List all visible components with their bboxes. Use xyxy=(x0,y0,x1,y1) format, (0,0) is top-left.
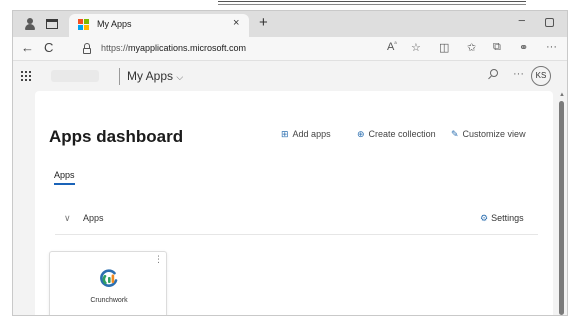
top-strip xyxy=(0,0,576,10)
search-icon[interactable] xyxy=(487,69,498,80)
pencil-icon: ✎ xyxy=(451,129,459,139)
customize-view-button[interactable]: ✎ Customize view xyxy=(451,129,526,140)
my-apps-dropdown[interactable]: My Apps ⌵ xyxy=(127,69,183,83)
tab-close-button[interactable]: × xyxy=(233,17,239,29)
app-tile[interactable]: ⋮ Crunchwork xyxy=(49,251,167,315)
reload-button[interactable]: C xyxy=(44,40,53,55)
lock-icon[interactable] xyxy=(83,43,91,54)
app-header: My Apps ⌵ ··· KS xyxy=(13,61,567,91)
browser-tab[interactable]: My Apps × xyxy=(69,14,249,37)
split-screen-icon[interactable]: ◫ xyxy=(439,41,449,54)
page-title: Apps dashboard xyxy=(49,127,184,146)
chevron-down-icon[interactable]: ∨ xyxy=(64,213,71,224)
address-bar-row: ← C https://myapplications.microsoft.com… xyxy=(13,37,567,61)
create-collection-button[interactable]: ⊕ Create collection xyxy=(357,129,436,140)
favorite-star-icon[interactable]: ☆ xyxy=(411,41,421,54)
back-button[interactable]: ← xyxy=(21,40,34,55)
settings-button[interactable]: ⚙ Settings xyxy=(480,213,524,224)
tab-actions-icon[interactable] xyxy=(45,17,59,31)
more-icon[interactable]: ··· xyxy=(546,41,557,53)
crunchwork-logo-icon xyxy=(100,269,118,287)
address-field[interactable]: https://myapplications.microsoft.com xyxy=(71,40,421,58)
profile-icon[interactable] xyxy=(23,17,37,31)
microsoft-logo-icon xyxy=(78,19,90,31)
section-divider xyxy=(55,234,538,235)
tab-apps[interactable]: Apps xyxy=(54,170,75,180)
minimize-button[interactable]: − xyxy=(518,13,526,28)
maximize-button[interactable] xyxy=(545,18,554,27)
read-aloud-icon[interactable]: Aᵃ xyxy=(387,41,397,53)
active-tab-indicator xyxy=(54,183,75,185)
tab-title: My Apps xyxy=(97,19,132,29)
scroll-thumb[interactable] xyxy=(559,101,564,315)
app-name: Crunchwork xyxy=(90,297,128,304)
header-more-button[interactable]: ··· xyxy=(513,68,524,80)
main-content: Apps dashboard ⊞ Add apps ⊕ Create collect… xyxy=(35,91,553,315)
url-text[interactable]: https://myapplications.microsoft.com xyxy=(101,43,246,53)
header-divider xyxy=(119,68,120,85)
scan-line xyxy=(218,1,526,5)
add-apps-icon: ⊞ xyxy=(281,129,289,139)
chevron-down-icon: ⌵ xyxy=(176,72,184,82)
scroll-up-icon[interactable]: ▲ xyxy=(558,91,566,99)
favorites-icon[interactable]: ✩ xyxy=(467,41,476,54)
tab-bar: My Apps × + − xyxy=(13,11,567,37)
organization-logo xyxy=(51,70,99,82)
new-tab-button[interactable]: + xyxy=(259,14,268,31)
section-title[interactable]: Apps xyxy=(83,213,104,223)
gear-icon: ⚙ xyxy=(480,213,489,223)
collections-icon[interactable]: ⧉ xyxy=(493,41,501,54)
scrollbar[interactable]: ▲ xyxy=(558,91,566,315)
add-apps-button[interactable]: ⊞ Add apps xyxy=(281,129,331,140)
copilot-icon[interactable]: ⚭ xyxy=(519,41,528,54)
tile-more-button[interactable]: ⋮ xyxy=(154,255,163,264)
avatar[interactable]: KS xyxy=(531,66,551,86)
create-collection-icon: ⊕ xyxy=(357,129,365,139)
browser-window: My Apps × + − ← C https://myapplications… xyxy=(12,10,568,316)
app-launcher-icon[interactable] xyxy=(21,71,32,82)
